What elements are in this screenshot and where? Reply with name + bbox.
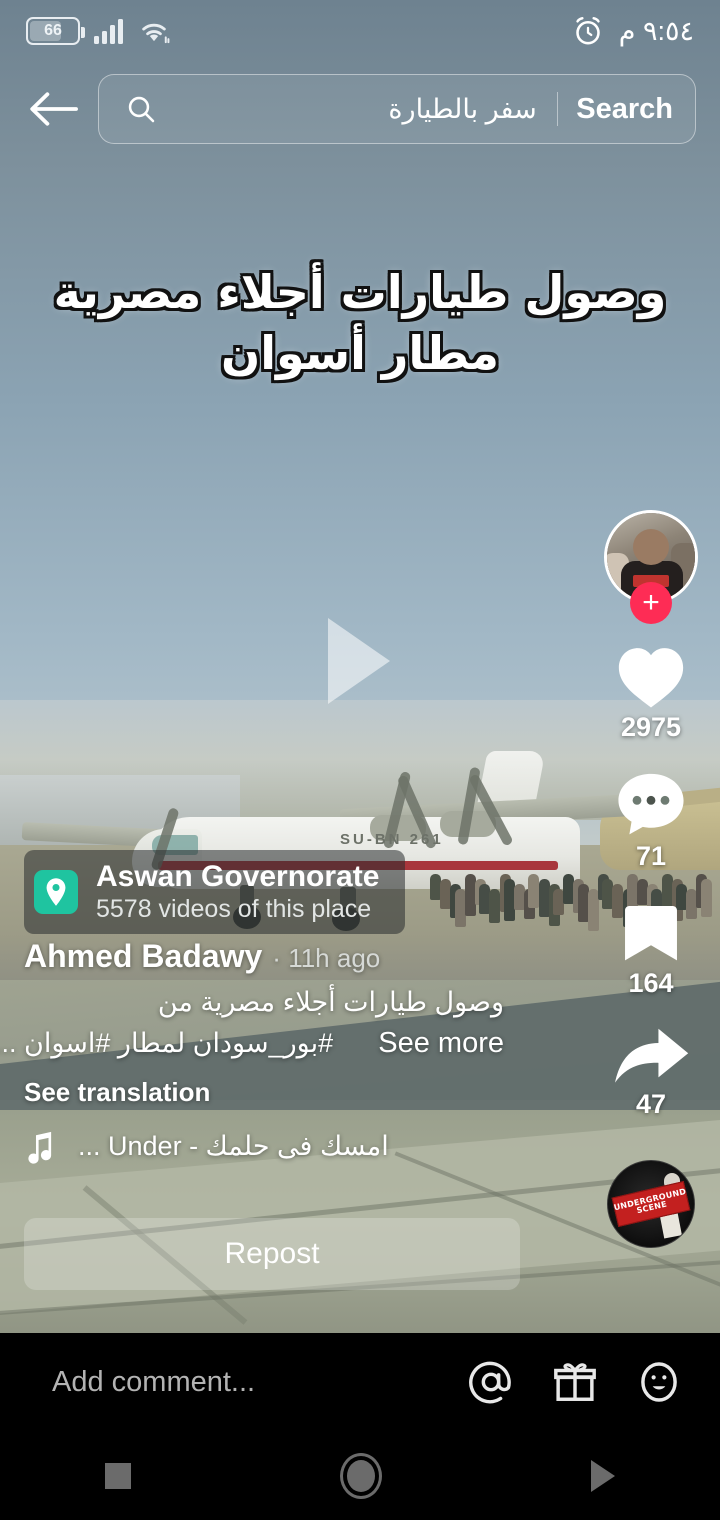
emoji-smiley-icon[interactable] — [636, 1359, 682, 1405]
share-count: 47 — [635, 1089, 667, 1119]
aircraft-registration: SU-BN 261 — [340, 831, 444, 848]
video-overlay-line-1: وصول طيارات أجلاء مصرية — [53, 265, 667, 319]
signal-bars-icon — [94, 18, 123, 44]
search-bar[interactable]: سفر بالطيارة Search — [98, 74, 696, 144]
status-bar-right: ٩:٥٤ م — [571, 14, 694, 48]
disc-art-card — [660, 1213, 682, 1239]
wifi-icon — [142, 23, 170, 44]
play-triangle-icon[interactable] — [328, 618, 390, 704]
bookmark-button[interactable]: 164 — [620, 898, 682, 999]
location-name: Aswan Governorate — [96, 860, 380, 893]
back-triangle-icon[interactable] — [591, 1459, 616, 1492]
recents-square-icon[interactable] — [104, 1462, 131, 1489]
bookmark-count: 164 — [628, 968, 674, 998]
comment-count: 71 — [635, 841, 667, 871]
like-count: 2975 — [620, 712, 682, 742]
battery-icon: 66 — [26, 17, 85, 45]
status-bar: 66 ٩:٥٤ م — [0, 0, 720, 62]
see-translation-button[interactable]: See translation — [24, 1077, 584, 1108]
search-icon — [128, 96, 155, 123]
author-row[interactable]: Ahmed Badawy · 11h ago — [24, 938, 584, 975]
follow-button[interactable]: + — [630, 582, 672, 624]
author-avatar-button[interactable]: + — [604, 510, 698, 624]
search-header: سفر بالطيارة Search — [0, 68, 720, 150]
location-tag[interactable]: Aswan Governorate 5578 videos of this pl… — [24, 850, 406, 934]
repost-button[interactable]: Repost — [24, 1218, 520, 1290]
search-submit-button[interactable]: Search — [576, 93, 673, 126]
comment-bubble-icon — [618, 773, 684, 835]
see-more-button[interactable]: See more — [378, 1022, 504, 1064]
meta-separator: · — [272, 943, 281, 973]
caption-line-2: #بور_سودان لمطار #اسوان ... — [0, 1027, 334, 1058]
gift-icon[interactable] — [552, 1359, 598, 1405]
back-arrow-icon — [30, 92, 78, 126]
alarm-clock-icon — [576, 17, 600, 45]
crowd-person — [489, 889, 501, 923]
music-row[interactable]: امسك فى حلمك - Under ... — [24, 1130, 584, 1164]
caption-line-1: وصول طيارات أجلاء مصرية من — [157, 987, 504, 1017]
like-button[interactable]: 2975 — [613, 642, 689, 743]
share-arrow-icon — [615, 1028, 689, 1083]
tiktok-video-screen: SU-BN 261 وصول طيارات أجلاء مصرية مطار أ… — [0, 0, 720, 1520]
bookmark-icon — [625, 906, 677, 961]
status-bar-time: ٩:٥٤ م — [618, 15, 694, 46]
status-bar-left: 66 — [26, 17, 171, 45]
pin-glyph-icon — [46, 878, 66, 906]
video-overlay-caption: وصول طيارات أجلاء مصرية مطار أسوان — [0, 262, 720, 383]
crowd-person — [538, 879, 550, 917]
video-overlay-line-2: مطار أسوان — [221, 325, 499, 380]
add-comment-input[interactable]: Add comment... — [52, 1366, 468, 1399]
post-time-ago: 11h ago — [288, 943, 381, 973]
home-circle-icon[interactable] — [339, 1452, 382, 1499]
post-timestamp: · 11h ago — [272, 943, 380, 974]
music-note-icon — [28, 1131, 52, 1164]
music-disc-icon[interactable]: UNDERGROUND SCENE — [607, 1160, 695, 1248]
comment-bar: Add comment... — [0, 1333, 720, 1431]
caption-line-2-row: See more #بور_سودان لمطار #اسوان ... — [0, 1022, 504, 1064]
back-button[interactable] — [24, 79, 84, 139]
android-nav-bar — [0, 1431, 720, 1520]
music-title: امسك فى حلمك - Under ... — [78, 1131, 389, 1162]
author-name[interactable]: Ahmed Badawy — [24, 938, 262, 975]
crowd-person — [528, 874, 540, 908]
location-text-block: Aswan Governorate 5578 videos of this pl… — [96, 860, 379, 924]
crowd-person — [454, 889, 466, 927]
post-caption[interactable]: وصول طيارات أجلاء مصرية من See more #بور… — [0, 983, 504, 1065]
action-rail: + 2975 71 164 47 UNDERGROUND SCENE — [592, 510, 710, 1248]
comment-bar-icons — [468, 1359, 682, 1405]
location-pin-icon — [34, 869, 78, 914]
share-button[interactable]: 47 — [610, 1025, 692, 1120]
crowd-person — [577, 884, 589, 922]
search-divider — [556, 92, 559, 126]
post-meta: Ahmed Badawy · 11h ago وصول طيارات أجلاء… — [0, 938, 584, 1164]
heart-icon — [618, 648, 684, 708]
battery-level-label: 66 — [44, 22, 62, 39]
comment-button[interactable]: 71 — [614, 769, 688, 872]
location-video-count: 5578 videos of this place — [96, 894, 372, 923]
search-input[interactable]: سفر بالطيارة — [157, 94, 553, 125]
at-mention-icon[interactable] — [468, 1359, 514, 1405]
